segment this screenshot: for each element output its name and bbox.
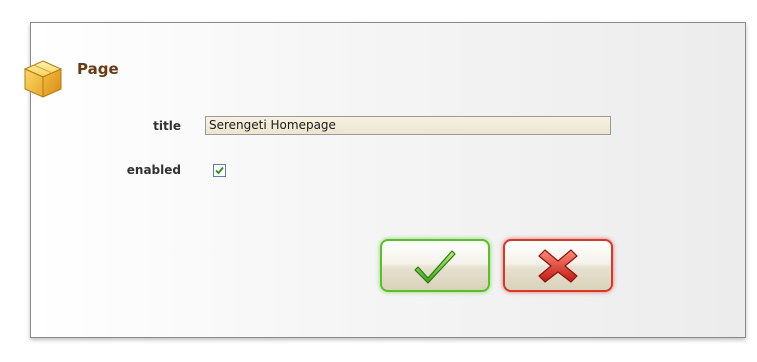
cross-icon [538, 249, 578, 283]
page-title: Page [77, 60, 119, 78]
cancel-button[interactable] [503, 239, 613, 292]
enabled-label: enabled [126, 163, 181, 177]
checkmark-icon [414, 250, 456, 284]
checkmark-small-icon [215, 166, 224, 175]
ok-button[interactable] [380, 239, 490, 292]
title-input[interactable] [205, 116, 611, 135]
box-icon [22, 58, 64, 100]
enabled-checkbox[interactable] [213, 164, 226, 177]
title-label: title [153, 119, 181, 133]
